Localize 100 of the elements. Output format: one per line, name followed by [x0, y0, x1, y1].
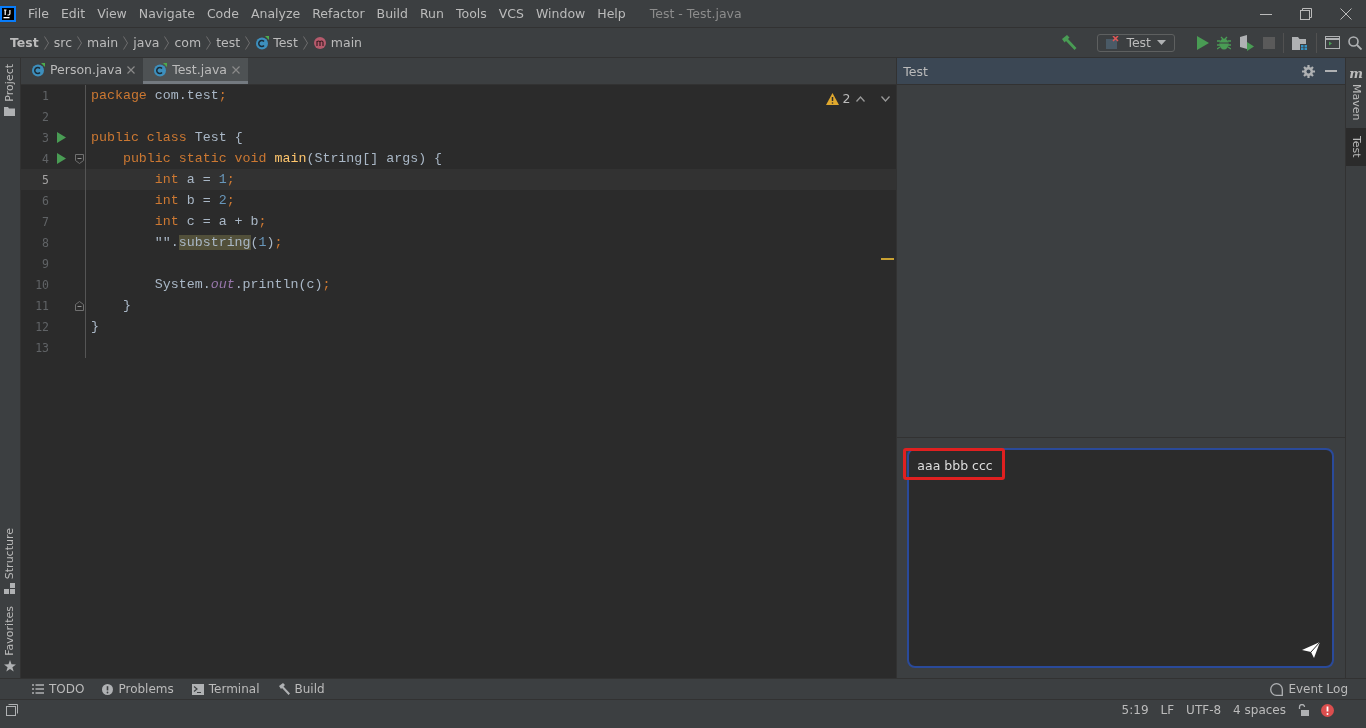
menu-item[interactable]: Navigate [132, 6, 201, 21]
line-number: 4 [41, 151, 49, 166]
up-chevron-icon[interactable] [856, 95, 866, 102]
file-encoding[interactable]: UTF-8 [1186, 703, 1222, 717]
breadcrumb-item[interactable]: main [312, 35, 363, 50]
chevron-icon [206, 35, 212, 50]
breadcrumb-item[interactable]: src [53, 35, 72, 50]
chevron-icon [302, 35, 308, 50]
line-separator[interactable]: LF [1160, 703, 1175, 717]
send-icon[interactable] [1302, 642, 1320, 658]
chevron-icon [43, 35, 49, 50]
menu-item[interactable]: View [91, 6, 133, 21]
tool-window-stripe[interactable]: m Maven [1346, 58, 1366, 129]
menu-item[interactable]: Run [414, 6, 450, 21]
restore-icon[interactable] [1300, 7, 1312, 20]
terminal-icon [191, 683, 204, 695]
breadcrumb-item[interactable]: com [174, 35, 202, 50]
line-number: 11 [34, 298, 49, 313]
window-icon[interactable] [1325, 36, 1340, 49]
class-icon [255, 35, 270, 50]
caret-position[interactable]: 5:19 [1121, 703, 1149, 717]
unlock-icon[interactable] [1298, 704, 1309, 716]
close-icon[interactable] [1340, 7, 1352, 20]
folder-icon [4, 105, 16, 116]
line-number: 6 [41, 193, 49, 208]
menu-item[interactable]: Refactor [306, 6, 371, 21]
tool-window-button[interactable]: Terminal [191, 682, 260, 696]
tool-window-header: Test [897, 58, 1345, 85]
menu-item[interactable]: VCS [492, 6, 530, 21]
code-line: int c = a + b; [153, 214, 267, 229]
code-line: System.out.println(c); [153, 277, 331, 292]
settings-icon[interactable] [1302, 64, 1315, 78]
line-number: 1 [41, 88, 49, 103]
maven-icon: m [1349, 66, 1363, 81]
run-icon[interactable] [1197, 35, 1209, 50]
code-line: public static void main(String[] args) { [121, 151, 443, 166]
dropdown-caret-icon [1157, 40, 1166, 45]
tool-window-button[interactable]: Problems [102, 682, 174, 696]
bug-icon[interactable] [1217, 35, 1231, 50]
star-icon [4, 660, 16, 672]
menu-item[interactable]: Help [591, 6, 632, 21]
tool-window-stripe[interactable]: Structure [0, 522, 20, 601]
list-icon [32, 684, 44, 694]
down-chevron-icon[interactable] [881, 95, 891, 102]
hammer-icon [277, 683, 290, 695]
chevron-icon [164, 35, 170, 50]
run-config-dropdown[interactable]: Test [1097, 33, 1175, 52]
minimize-icon[interactable] [1325, 69, 1337, 73]
menu-item[interactable]: File [22, 6, 55, 21]
line-number: 8 [41, 235, 49, 250]
error-icon[interactable] [1321, 703, 1334, 717]
line-number: 3 [41, 130, 49, 145]
search-icon[interactable] [1348, 35, 1362, 50]
indent-setting[interactable]: 4 spaces [1233, 703, 1286, 717]
line-number: 10 [34, 277, 49, 292]
app-logo-icon [0, 5, 16, 22]
tool-window-stripe[interactable]: Test [1346, 128, 1366, 167]
event-log-button[interactable]: Event Log [1270, 682, 1348, 696]
menu-item[interactable]: Edit [54, 6, 92, 21]
chevron-icon [123, 35, 129, 50]
menu-item[interactable]: Build [370, 6, 414, 21]
code-line: int b = 2; [153, 193, 235, 208]
project-structure-icon[interactable] [1292, 35, 1308, 50]
fold-icon[interactable] [75, 153, 84, 164]
structure-icon [4, 583, 16, 595]
run-icon[interactable] [57, 153, 66, 164]
class-icon [31, 62, 45, 77]
breadcrumb-item[interactable]: test [216, 35, 241, 50]
run-icon[interactable] [57, 132, 66, 143]
window-title: Test - Test.java [649, 6, 743, 21]
breadcrumb-item[interactable]: main [87, 35, 119, 50]
warning-counter[interactable]: 2 [826, 91, 851, 106]
menu-item[interactable]: Analyze [244, 6, 307, 21]
method-icon [312, 35, 327, 50]
editor-tab[interactable]: Test.java [143, 58, 248, 84]
breadcrumb-item[interactable]: java [133, 35, 160, 50]
menu-item[interactable]: Code [200, 6, 245, 21]
run-config-icon [1106, 36, 1121, 49]
panel-toggle-icon[interactable] [6, 704, 18, 716]
fold-icon[interactable] [75, 300, 84, 311]
close-icon[interactable] [127, 65, 136, 74]
breadcrumb-item[interactable]: Test [255, 35, 298, 50]
coverage-icon[interactable] [1239, 34, 1255, 51]
tool-window-stripe[interactable]: Favorites [0, 600, 20, 678]
code-line: "".substring(1); [153, 235, 283, 250]
tool-window-button[interactable]: TODO [32, 682, 85, 696]
warning-marker[interactable] [881, 258, 895, 260]
tool-window-stripe[interactable]: Project [0, 58, 20, 122]
breadcrumb-item[interactable]: Test [10, 35, 39, 50]
code-line: public class Test { [91, 130, 243, 145]
class-icon [153, 62, 168, 77]
line-number: 5 [41, 172, 49, 187]
hammer-icon[interactable] [1061, 34, 1078, 51]
menu-item[interactable]: Tools [449, 6, 493, 21]
code-line: int a = 1; [153, 172, 235, 187]
menu-item[interactable]: Window [530, 6, 592, 21]
tool-window-button[interactable]: Build [277, 682, 325, 696]
editor-tab[interactable]: Person.java [21, 58, 144, 84]
line-number: 7 [41, 214, 49, 229]
speech-bubble-icon [1270, 682, 1284, 696]
